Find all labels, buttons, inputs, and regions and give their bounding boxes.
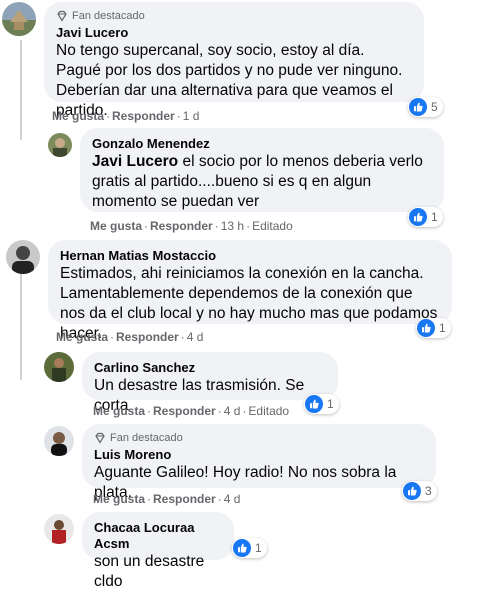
top-fan-badge: Fan destacado (56, 10, 412, 22)
comment-bubble: Fan destacado Luis Moreno Aguante Galile… (82, 424, 436, 501)
like-icon (409, 208, 427, 226)
comment-actions: Me gusta · Responder · 4 d (93, 492, 241, 506)
like-button[interactable]: Me gusta (93, 492, 145, 506)
timestamp[interactable]: 1 d (183, 109, 200, 123)
reaction-count[interactable]: 5 (408, 97, 443, 117)
like-button[interactable]: Me gusta (52, 109, 104, 123)
edited-label: Editado (248, 404, 290, 418)
reaction-count[interactable]: 3 (402, 481, 437, 501)
avatar[interactable] (48, 133, 72, 157)
timestamp[interactable]: 4 d (187, 330, 204, 344)
comment-text: son un desastre cldo (94, 553, 205, 590)
comment-author[interactable]: Gonzalo Menendez (92, 136, 432, 152)
edited-label: Editado (252, 219, 293, 233)
comment-author[interactable]: Hernan Matias Mostaccio (60, 248, 440, 264)
reply-button[interactable]: Responder (153, 404, 216, 418)
like-icon (305, 395, 323, 413)
avatar[interactable] (44, 352, 74, 382)
badge-label: Fan destacado (72, 10, 145, 22)
diamond-icon (95, 432, 105, 444)
top-fan-badge: Fan destacado (94, 432, 424, 444)
comment-author[interactable]: Luis Moreno (94, 447, 424, 463)
like-icon (403, 482, 421, 500)
like-icon (233, 539, 251, 557)
reply-button[interactable]: Responder (153, 492, 216, 506)
timestamp[interactable]: 13 h (221, 219, 244, 233)
thread-line (20, 270, 22, 380)
reaction-count[interactable]: 1 (232, 538, 267, 558)
reaction-number: 5 (431, 100, 438, 114)
comment-author[interactable]: Javi Lucero (56, 25, 412, 41)
avatar[interactable] (44, 426, 74, 456)
reaction-number: 3 (425, 484, 432, 498)
comment-bubble: Chacaa Locuraa Acsm son un desastre cldo (82, 512, 234, 590)
reaction-number: 1 (327, 397, 334, 411)
comment-actions: Me gusta · Responder · 13 h · Editado (90, 219, 293, 233)
reaction-count[interactable]: 1 (408, 207, 443, 227)
avatar[interactable] (44, 514, 74, 544)
diamond-icon (57, 10, 67, 22)
reply-button[interactable]: Responder (150, 219, 213, 233)
reaction-number: 1 (255, 541, 262, 555)
comment-bubble: Fan destacado Javi Lucero No tengo super… (44, 2, 424, 119)
thread-line (20, 40, 22, 140)
comment-bubble: Hernan Matias Mostaccio Estimados, ahi r… (48, 240, 452, 342)
timestamp[interactable]: 4 d (224, 492, 241, 506)
reaction-number: 1 (439, 321, 446, 335)
comment-author[interactable]: Chacaa Locuraa Acsm (94, 520, 222, 552)
mention-link[interactable]: Javi Lucero (92, 153, 178, 170)
like-button[interactable]: Me gusta (93, 404, 145, 418)
reaction-count[interactable]: 1 (416, 318, 451, 338)
comment-bubble: Gonzalo Menendez Javi Lucero el socio po… (80, 128, 444, 212)
badge-label: Fan destacado (110, 432, 183, 444)
avatar[interactable] (2, 2, 36, 36)
like-button[interactable]: Me gusta (56, 330, 108, 344)
reply-button[interactable]: Responder (116, 330, 179, 344)
comment-actions: Me gusta · Responder · 4 d (56, 330, 204, 344)
comment-actions: Me gusta · Responder · 1 d (52, 109, 200, 123)
comment-bubble: Carlino Sanchez Un desastre las trasmisi… (82, 352, 338, 414)
like-icon (417, 319, 435, 337)
comment-author[interactable]: Carlino Sanchez (94, 360, 326, 376)
avatar[interactable] (6, 240, 40, 274)
like-icon (409, 98, 427, 116)
reply-button[interactable]: Responder (112, 109, 175, 123)
comment-actions: Me gusta · Responder · 4 d · Editado (93, 404, 290, 418)
timestamp[interactable]: 4 d (224, 404, 241, 418)
reaction-count[interactable]: 1 (304, 394, 339, 414)
comment-text: Javi Lucero el socio por lo menos deberi… (92, 152, 432, 212)
like-button[interactable]: Me gusta (90, 219, 142, 233)
reaction-number: 1 (431, 210, 438, 224)
